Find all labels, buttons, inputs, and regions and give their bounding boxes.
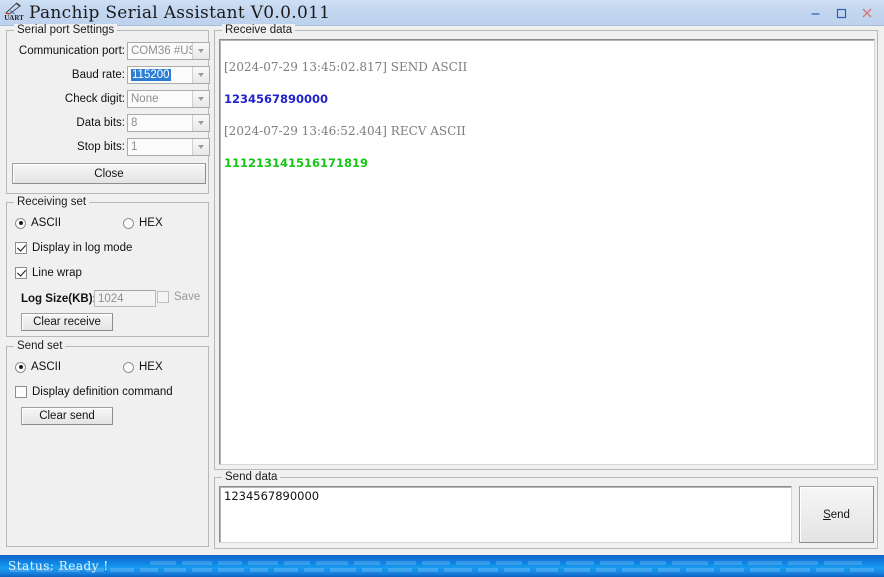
receive-data-group: Receive data [2024-07-29 13:45:02.817] S…	[214, 24, 878, 470]
baud-rate-value: 115200	[131, 69, 171, 81]
line-wrap-label: Line wrap	[32, 267, 82, 279]
send-set-group: Send set ASCII HEX Display definition co…	[6, 340, 209, 547]
send-hex-radio[interactable]: HEX	[123, 361, 163, 373]
status-text: Status: Ready !	[8, 559, 109, 573]
save-log-checkbox[interactable]: Save	[157, 291, 200, 303]
recv-hex-label: HEX	[139, 217, 163, 229]
save-log-label: Save	[174, 291, 201, 303]
minimize-icon[interactable]	[802, 2, 828, 24]
send-ascii-radio[interactable]: ASCII	[15, 361, 61, 373]
clear-send-button[interactable]: Clear send	[21, 407, 113, 425]
stop-bits-combo[interactable]: 1	[127, 138, 210, 156]
stop-bits-label: Stop bits:	[77, 141, 125, 153]
app-window: UART Panchip Serial Assistant V0.0.011 S…	[0, 0, 884, 577]
serial-port-settings-group: Serial port Settings Communication port:…	[6, 24, 210, 194]
receive-line: [2024-07-29 13:46:52.404] RECV ASCII	[224, 124, 466, 138]
stop-bits-value: 1	[131, 141, 138, 153]
recv-ascii-radio[interactable]: ASCII	[15, 217, 61, 229]
checkbox-unchecked-icon	[157, 291, 169, 303]
send-data-group: Send data 1234567890000 Send	[214, 471, 878, 549]
data-bits-label: Data bits:	[76, 117, 125, 129]
receive-data-content: [2024-07-29 13:45:02.817] SEND ASCII 123…	[220, 40, 874, 203]
baud-rate-combo[interactable]: 115200	[127, 66, 210, 84]
check-digit-label: Check digit:	[64, 93, 125, 105]
chevron-down-icon[interactable]	[192, 67, 209, 83]
check-digit-combo[interactable]: None	[127, 90, 210, 108]
receive-line: 111213141516171819	[224, 156, 369, 170]
receive-data-textarea[interactable]: [2024-07-29 13:45:02.817] SEND ASCII 123…	[219, 39, 875, 465]
send-data-textarea[interactable]: 1234567890000	[219, 486, 792, 543]
title-bar: UART Panchip Serial Assistant V0.0.011	[0, 0, 884, 26]
display-definition-command-checkbox[interactable]: Display definition command	[15, 386, 173, 398]
window-title: Panchip Serial Assistant V0.0.011	[29, 3, 331, 23]
clear-receive-button[interactable]: Clear receive	[21, 313, 113, 331]
receiving-set-group: Receiving set ASCII HEX Display in log m…	[6, 196, 209, 337]
recv-ascii-label: ASCII	[31, 217, 62, 229]
send-data-title: Send data	[222, 471, 281, 483]
check-digit-value: None	[131, 93, 159, 105]
window-controls	[802, 0, 880, 26]
uart-icon: UART	[3, 2, 25, 24]
status-bar: Status: Ready !	[0, 555, 884, 577]
radio-off-icon	[123, 361, 134, 373]
chevron-down-icon[interactable]	[192, 139, 209, 155]
checkbox-checked-icon	[15, 267, 27, 279]
display-definition-command-label: Display definition command	[32, 386, 173, 398]
receive-line: [2024-07-29 13:45:02.817] SEND ASCII	[224, 60, 468, 74]
receiving-set-title: Receiving set	[14, 196, 90, 208]
receive-line: 1234567890000	[224, 92, 329, 106]
baud-rate-label: Baud rate:	[71, 69, 125, 81]
radio-on-icon	[15, 217, 26, 229]
chevron-down-icon[interactable]	[192, 115, 209, 131]
status-bar-decoration	[0, 555, 884, 577]
send-ascii-label: ASCII	[31, 361, 62, 373]
send-set-title: Send set	[14, 340, 66, 352]
radio-on-icon	[15, 361, 26, 373]
receive-data-title: Receive data	[222, 24, 296, 36]
checkbox-checked-icon	[15, 242, 27, 254]
close-port-button[interactable]: Close	[12, 163, 206, 184]
data-bits-combo[interactable]: 8	[127, 114, 210, 132]
line-wrap-checkbox[interactable]: Line wrap	[15, 267, 82, 279]
send-button-label: Send	[823, 508, 850, 521]
send-data-value: 1234567890000	[224, 489, 320, 503]
checkbox-unchecked-icon	[15, 386, 27, 398]
data-bits-value: 8	[131, 117, 138, 129]
recv-hex-radio[interactable]: HEX	[123, 217, 163, 229]
chevron-down-icon[interactable]	[192, 43, 209, 59]
log-size-input[interactable]: 1024	[94, 290, 156, 307]
communication-port-combo[interactable]: COM36 #USB	[127, 42, 210, 60]
chevron-down-icon[interactable]	[192, 91, 209, 107]
log-size-label: Log Size(KB):	[21, 293, 97, 305]
close-icon[interactable]	[854, 2, 880, 24]
send-button[interactable]: Send	[799, 486, 874, 543]
radio-off-icon	[123, 217, 134, 229]
communication-port-label: Communication port:	[18, 45, 125, 57]
maximize-icon[interactable]	[828, 2, 854, 24]
communication-port-value: COM36 #USB	[131, 45, 192, 57]
uart-icon-caption: UART	[4, 14, 24, 22]
serial-port-settings-title: Serial port Settings	[14, 24, 118, 36]
display-log-mode-checkbox[interactable]: Display in log mode	[15, 242, 132, 254]
send-hex-label: HEX	[139, 361, 163, 373]
display-log-mode-label: Display in log mode	[32, 242, 133, 254]
